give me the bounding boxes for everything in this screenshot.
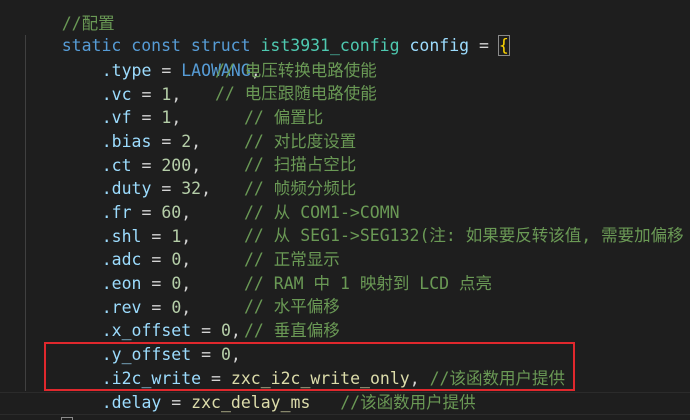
code-comment-bias: // 偏置比	[244, 108, 324, 127]
indent-guide	[25, 35, 26, 391]
code-line-ct: .ct = 200,	[62, 130, 201, 175]
code-comment-adc: // 从 SEG1->SEG132(注: 如果要反转该值, 需要加偏移	[244, 226, 684, 245]
code-line-eon: .eon = 0,	[62, 248, 191, 293]
code-line-declaration: static const struct ist3931_config confi…	[22, 10, 510, 56]
assign-operator: =	[479, 35, 489, 55]
code-line-y-offset: .y_offset = 0,	[62, 319, 241, 364]
code-line-type: .type = LAOWANG,	[62, 35, 261, 80]
code-line-vf: .vf = 1,	[62, 82, 182, 127]
code-comment-ct: // 对比度设置	[244, 132, 357, 151]
variable-name: config	[409, 35, 470, 55]
code-line-close: };	[22, 392, 82, 420]
code-line-fr: .fr = 60,	[62, 177, 191, 222]
type-name: ist3931_config	[260, 35, 400, 55]
code-line-shl: .shl = 1,	[62, 201, 191, 246]
code-comment-duty: // 扫描占空比	[244, 155, 357, 174]
code-comment-x-offset: // 水平偏移	[244, 297, 340, 316]
code-comment-vf: // 电压跟随电路使能	[215, 84, 377, 103]
code-comment-eon: // 正常显示	[244, 250, 340, 269]
code-comment-fr: // 帧频分频比	[244, 179, 357, 198]
field-comma: ,	[201, 178, 212, 198]
open-brace: {	[497, 34, 510, 56]
code-line-duty: .duty = 32,	[62, 153, 211, 198]
code-comment-vc: // 电压转换电路使能	[215, 61, 377, 80]
code-comment-y-offset: // 垂直偏移	[244, 321, 340, 340]
code-line-bias: .bias = 2,	[62, 106, 201, 151]
annotation-highlight-box	[44, 342, 575, 391]
code-comment-shl: // 从 COM1->COMN	[244, 203, 400, 222]
code-line-vc: .vc = 1,	[62, 59, 182, 104]
code-line-x-offset: .x_offset = 0,	[62, 295, 241, 340]
code-line-adc: .adc = 0,	[62, 224, 191, 269]
code-comment-rev: // RAM 中 1 映射到 LCD 点亮	[244, 274, 493, 293]
current-line-highlight	[0, 392, 690, 415]
code-editor[interactable]: //配置 static const struct ist3931_config …	[0, 0, 690, 420]
code-line-rev: .rev = 0,	[62, 272, 191, 317]
